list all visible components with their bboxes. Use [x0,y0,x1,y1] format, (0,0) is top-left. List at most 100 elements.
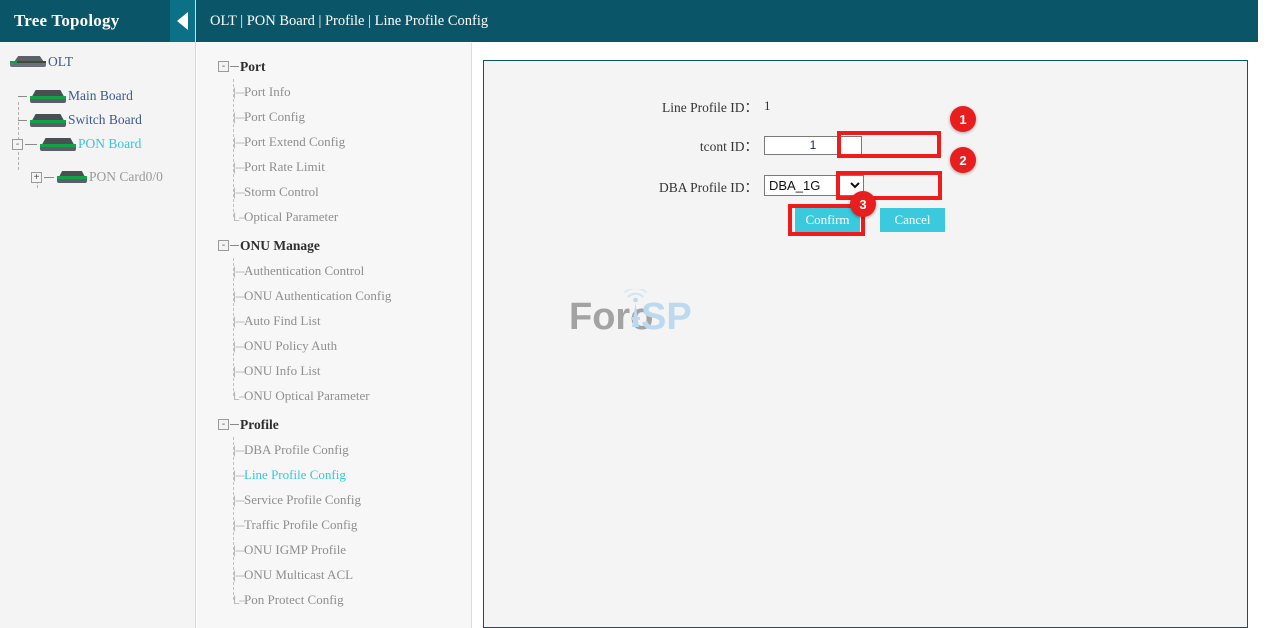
line-profile-id-row: Line Profile ID： 1 [644,96,771,116]
tree-node-label: OLT [47,54,73,70]
menu-item-label: ONU Policy Auth [244,338,337,354]
menu-item-optical-parameter[interactable]: L--Optical Parameter [197,204,471,229]
tree-dash-icon: |--- [233,339,244,353]
menu-collapse-toggle-onu-manage[interactable]: - [218,240,229,251]
tcont-id-input[interactable] [764,136,862,155]
menu-item-onu-policy-auth[interactable]: |---ONU Policy Auth [197,333,471,358]
menu-item-onu-info-list[interactable]: |---ONU Info List [197,358,471,383]
tree-node-olt[interactable]: OLT [0,50,195,74]
annotation-badge-3: 3 [850,191,876,217]
line-profile-id-label: Line Profile ID： [644,96,764,116]
menu-item-label: Pon Protect Config [244,592,344,608]
tree-dash-icon: |--- [233,543,244,557]
menu-group-title: ONU Manage [240,238,320,254]
annotation-badge-1: 1 [950,106,976,132]
menu-item-label: Service Profile Config [244,492,361,508]
menu-item-port-rate-limit[interactable]: |---Port Rate Limit [197,154,471,179]
dba-profile-id-row: DBA Profile ID： DBA_1G [644,175,864,196]
menu-item-storm-control[interactable]: |---Storm Control [197,179,471,204]
menu-item-port-config[interactable]: |---Port Config [197,104,471,129]
tree-branch-line [18,120,27,121]
tree-collapse-toggle-pon-board[interactable]: - [12,139,23,150]
watermark-text-right: SP [641,296,692,338]
board-icon [30,114,66,127]
menu-item-service-profile-config[interactable]: |---Service Profile Config [197,487,471,512]
tree-node-pon-card[interactable]: + PON Card0/0 [0,165,195,189]
menu-item-label: Port Config [244,109,305,125]
breadcrumb: OLT | PON Board | Profile | Line Profile… [196,13,488,30]
confirm-button[interactable]: Confirm [795,208,860,232]
tree-dash-icon: |--- [233,518,244,532]
tree-dash-icon: L-- [233,389,245,403]
menu-group-header-profile[interactable]: - Profile [197,412,471,437]
board-icon-small [57,171,87,183]
tree-node-label: Main Board [67,88,133,104]
tree-node-pon-board[interactable]: - PON Board [0,132,195,156]
dba-profile-select[interactable]: DBA_1G [764,175,864,196]
triangle-left-icon [177,12,188,30]
cancel-button[interactable]: Cancel [880,208,945,232]
menu-item-port-extend-config[interactable]: |---Port Extend Config [197,129,471,154]
tree-node-main-board[interactable]: Main Board [0,84,195,108]
watermark-logo-icon: Foro SP [569,289,729,345]
menu-item-label: Port Extend Config [244,134,345,150]
menu-item-onu-authentication-config[interactable]: |---ONU Authentication Config [197,283,471,308]
tree-node-label: Switch Board [67,112,142,128]
tree-dash-icon: |--- [233,568,244,582]
menu-item-auto-find-list[interactable]: |---Auto Find List [197,308,471,333]
menu-group-profile: - Profile |---DBA Profile Config |---Lin… [197,412,471,612]
tree-dash-icon: |--- [233,185,244,199]
menu-item-label: ONU Info List [244,363,321,379]
tree-dash-icon: |--- [233,443,244,457]
menu-item-label: DBA Profile Config [244,442,349,458]
menu-group-title: Profile [240,417,279,433]
menu-group-header-port[interactable]: - Port [197,54,471,79]
menu-branch-line [230,245,239,246]
tree-branch-line [18,96,27,97]
tree-dash-icon: |--- [233,289,244,303]
menu-item-pon-protect-config[interactable]: L--Pon Protect Config [197,587,471,612]
tree-dash-icon: |--- [233,314,244,328]
board-icon [30,90,66,103]
tcont-id-label: tcont ID： [644,135,764,155]
main-content-area: Line Profile ID： 1 tcont ID： DBA Profile… [473,43,1258,628]
tree-node-switch-board[interactable]: Switch Board [0,108,195,132]
menu-group-title: Port [240,59,265,75]
menu-item-label: Line Profile Config [244,467,346,483]
line-profile-config-panel: Line Profile ID： 1 tcont ID： DBA Profile… [483,60,1248,628]
menu-group-onu-manage: - ONU Manage |---Authentication Control … [197,233,471,408]
application-window: Tree Topology OLT Main B [0,0,1270,628]
menu-item-label: ONU IGMP Profile [244,542,346,558]
menu-item-authentication-control[interactable]: |---Authentication Control [197,258,471,283]
tree-node-label: PON Board [77,136,141,152]
menu-item-label: Authentication Control [244,263,364,279]
tree-topology-panel: Tree Topology OLT Main B [0,0,196,628]
line-profile-id-value: 1 [764,98,771,114]
menu-collapse-toggle-profile[interactable]: - [218,419,229,430]
menu-item-label: ONU Optical Parameter [244,388,370,404]
menu-item-label: Optical Parameter [244,209,338,225]
menu-item-dba-profile-config[interactable]: |---DBA Profile Config [197,437,471,462]
menu-item-label: Storm Control [244,184,319,200]
sidebar-collapse-button[interactable] [170,0,195,42]
tree-dash-icon: |--- [233,468,244,482]
menu-item-label: ONU Multicast ACL [244,567,353,583]
tree-dash-icon: |--- [233,364,244,378]
menu-item-label: Traffic Profile Config [244,517,357,533]
menu-item-onu-optical-parameter[interactable]: L--ONU Optical Parameter [197,383,471,408]
menu-item-line-profile-config[interactable]: |---Line Profile Config [197,462,471,487]
menu-group-header-onu-manage[interactable]: - ONU Manage [197,233,471,258]
tree-dash-icon: L-- [233,593,245,607]
menu-item-onu-igmp-profile[interactable]: |---ONU IGMP Profile [197,537,471,562]
menu-item-traffic-profile-config[interactable]: |---Traffic Profile Config [197,512,471,537]
menu-collapse-toggle-port[interactable]: - [218,61,229,72]
menu-item-onu-multicast-acl[interactable]: |---ONU Multicast ACL [197,562,471,587]
tree-panel-header: Tree Topology [0,0,195,42]
tree-dash-icon: |--- [233,493,244,507]
board-icon [40,138,76,151]
menu-branch-line [230,66,239,67]
tree-expand-toggle-pon-card[interactable]: + [31,172,42,183]
breadcrumb-bar: OLT | PON Board | Profile | Line Profile… [196,0,1258,42]
foroisp-watermark: Foro SP [569,289,729,345]
menu-item-port-info[interactable]: |---Port Info [197,79,471,104]
